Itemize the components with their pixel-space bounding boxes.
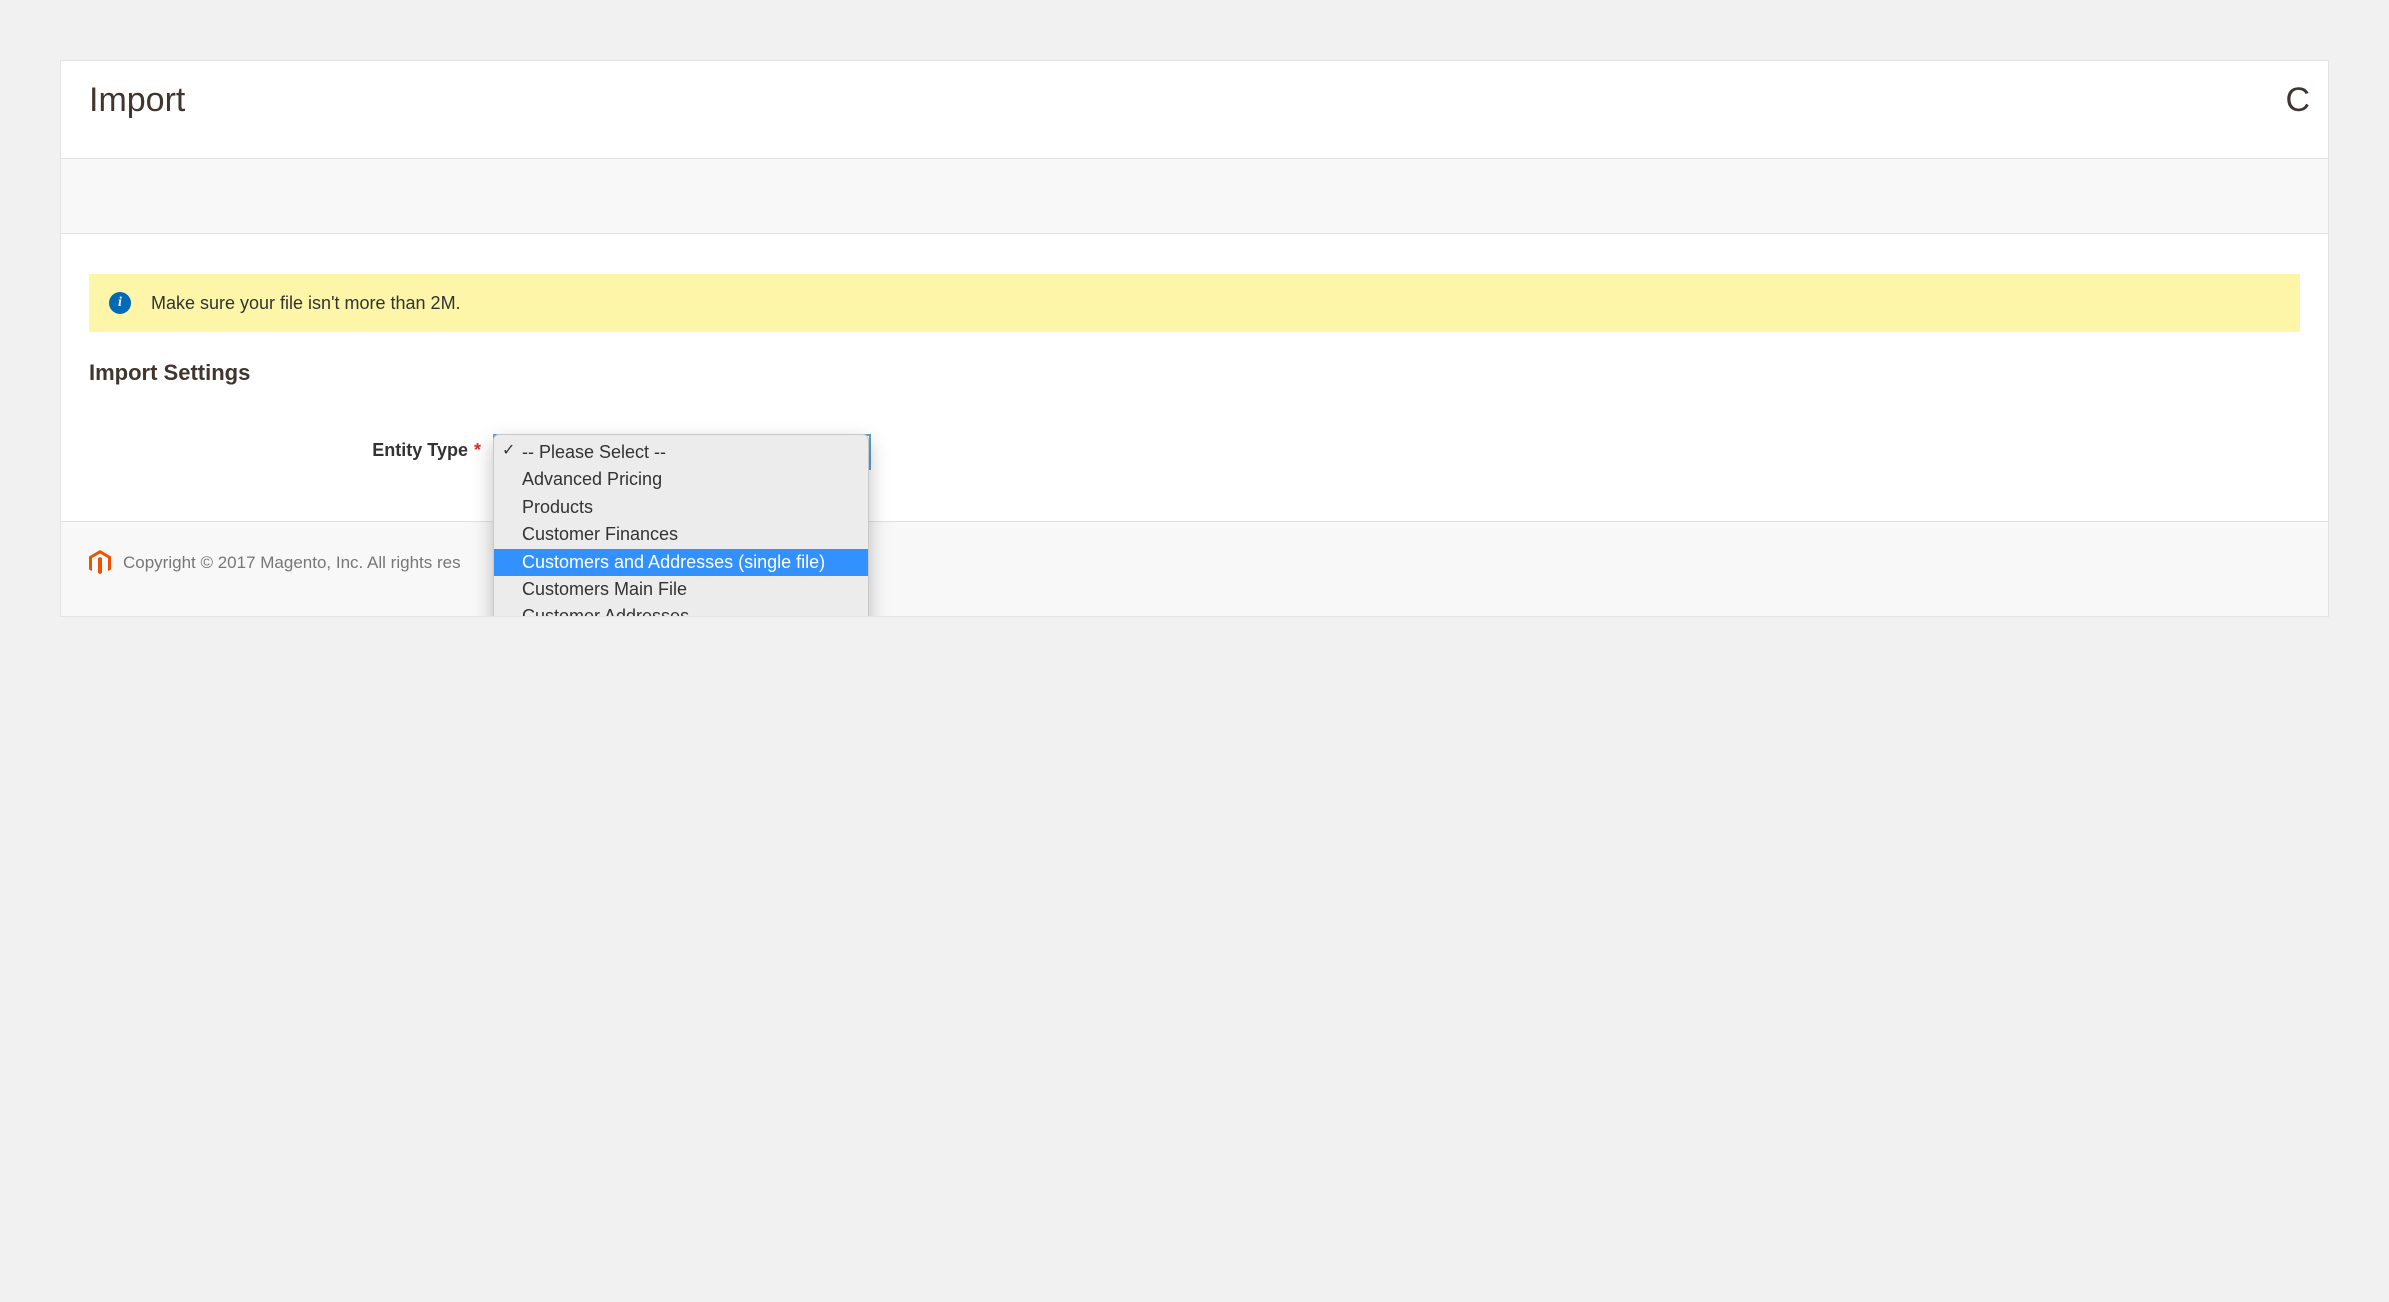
- import-settings-heading: Import Settings: [89, 360, 2300, 386]
- entity-type-row: Entity Type * -- Please Select -- Advanc…: [89, 438, 2300, 461]
- page-title: Import: [89, 81, 185, 120]
- copyright-text: Copyright © 2017 Magento, Inc. All right…: [123, 553, 461, 573]
- dropdown-option-customer-addresses[interactable]: Customer Addresses: [494, 603, 868, 617]
- info-icon: i: [109, 292, 131, 314]
- dropdown-option-advanced-pricing[interactable]: Advanced Pricing: [494, 466, 868, 493]
- toolbar-area: [61, 158, 2328, 234]
- page-container: Import C i Make sure your file isn't mor…: [60, 60, 2329, 617]
- dropdown-option-please-select[interactable]: -- Please Select --: [494, 439, 868, 466]
- content-area: i Make sure your file isn't more than 2M…: [61, 234, 2328, 461]
- entity-type-label: Entity Type: [372, 440, 468, 461]
- dropdown-option-customer-finances[interactable]: Customer Finances: [494, 521, 868, 548]
- required-asterisk: *: [474, 440, 481, 461]
- page-header: Import C: [61, 61, 2328, 158]
- clipped-title-char: C: [2285, 81, 2310, 120]
- footer: Copyright © 2017 Magento, Inc. All right…: [61, 521, 2328, 616]
- entity-type-label-wrap: Entity Type *: [89, 438, 481, 461]
- magento-icon: [89, 550, 111, 576]
- dropdown-option-customers-main-file[interactable]: Customers Main File: [494, 576, 868, 603]
- notice-text: Make sure your file isn't more than 2M.: [151, 293, 461, 314]
- dropdown-option-products[interactable]: Products: [494, 494, 868, 521]
- entity-type-dropdown[interactable]: -- Please Select -- Advanced Pricing Pro…: [493, 434, 869, 617]
- notice-box: i Make sure your file isn't more than 2M…: [89, 274, 2300, 332]
- dropdown-option-customers-addresses[interactable]: Customers and Addresses (single file): [494, 549, 868, 576]
